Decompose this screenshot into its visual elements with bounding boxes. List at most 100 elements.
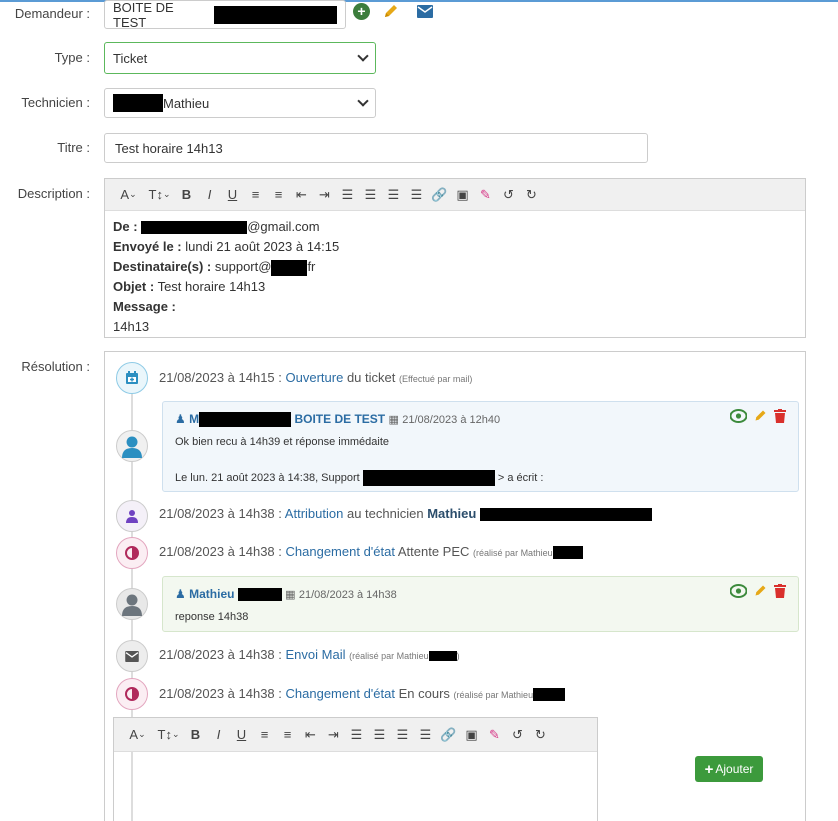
align-center-icon[interactable]: ☰	[359, 185, 382, 205]
comment-actions	[729, 408, 786, 426]
to-line: Destinataire(s) : support@ fr	[113, 257, 339, 277]
avatar	[116, 430, 148, 462]
event-type-link[interactable]: Changement d'état	[286, 544, 395, 559]
edit-icon[interactable]	[753, 408, 768, 426]
redacted-block	[552, 546, 583, 560]
subject-label: Objet :	[113, 279, 155, 294]
description-content: De : @gmail.com Envoyé le : lundi 21 aoû…	[113, 217, 339, 337]
quote-text-b: > a écrit :	[497, 471, 544, 484]
event-note: (Effectué par mail)	[399, 374, 473, 384]
link-icon[interactable]: 🔗	[428, 185, 451, 205]
title-label: Titre :	[57, 140, 90, 155]
message-label: Message :	[113, 299, 176, 314]
redacted-block	[141, 221, 248, 235]
align-justify-icon[interactable]: ☰	[414, 725, 437, 745]
redacted-block	[428, 650, 457, 661]
align-center-icon[interactable]: ☰	[368, 725, 391, 745]
to-value-b: fr	[307, 259, 316, 274]
reply-editor[interactable]: A ⌄ T↕ ⌄ B I U ≡ ≡ ⇤ ⇥ ☰ ☰ ☰ ☰ 🔗 ▣ ✎ ↺ ↻	[113, 717, 598, 821]
event-mail: 21/08/2023 à 14h38 : Envoi Mail (réalisé…	[159, 647, 460, 662]
event-note: (réalisé par Mathieu	[349, 651, 429, 661]
numbered-list-icon[interactable]: ≡	[267, 185, 290, 205]
comment-text: Ok bien recu à 14h39 et réponse immédait…	[175, 436, 390, 448]
bold-icon[interactable]: B	[184, 725, 207, 745]
view-icon[interactable]	[729, 583, 748, 601]
image-icon[interactable]: ▣	[451, 185, 474, 205]
delete-icon[interactable]	[774, 408, 786, 426]
from-line: De : @gmail.com	[113, 217, 339, 237]
highlighter-icon[interactable]: ✎	[483, 725, 506, 745]
comment-date: 21/08/2023 à 12h40	[402, 414, 501, 426]
requester-field[interactable]: BOITE DE TEST	[104, 0, 346, 30]
mail-requester-icon[interactable]	[417, 5, 433, 21]
image-icon[interactable]: ▣	[460, 725, 483, 745]
event-type-link[interactable]: Attribution	[285, 506, 344, 521]
comment-card: ♟ Mathieu ▦ 21/08/2023 à 14h38 reponse 1…	[162, 576, 799, 632]
event-text: du ticket	[346, 370, 396, 385]
align-right-icon[interactable]: ☰	[391, 725, 414, 745]
italic-icon[interactable]: I	[207, 725, 230, 745]
bold-icon[interactable]: B	[175, 185, 198, 205]
sent-line: Envoyé le : lundi 21 août 2023 à 14:15	[113, 237, 339, 257]
event-opening: 21/08/2023 à 14h15 : Ouverture du ticket…	[159, 370, 472, 385]
numbered-list-icon[interactable]: ≡	[276, 725, 299, 745]
undo-icon[interactable]: ↺	[506, 725, 529, 745]
font-size-icon[interactable]: T↕ ⌄	[144, 185, 175, 205]
event-type-link[interactable]: Changement d'état	[286, 686, 395, 701]
font-color-icon[interactable]: A ⌄	[122, 725, 153, 745]
underline-icon[interactable]: U	[221, 185, 244, 205]
technician-label: Technicien :	[21, 95, 90, 110]
event-date: 21/08/2023 à 14h38 :	[159, 506, 282, 521]
highlighter-icon[interactable]: ✎	[474, 185, 497, 205]
sent-value: lundi 21 août 2023 à 14:15	[185, 239, 340, 254]
indent-icon[interactable]: ⇥	[322, 725, 345, 745]
type-select[interactable]: Ticket	[104, 42, 376, 74]
user-icon: ♟	[175, 412, 186, 426]
redo-icon[interactable]: ↻	[520, 185, 543, 205]
font-size-icon[interactable]: T↕ ⌄	[153, 725, 184, 745]
requester-label: Demandeur :	[14, 6, 90, 21]
add-requester-icon[interactable]: +	[353, 3, 370, 20]
align-left-icon[interactable]: ☰	[336, 185, 359, 205]
outdent-icon[interactable]: ⇤	[290, 185, 313, 205]
align-right-icon[interactable]: ☰	[382, 185, 405, 205]
requester-value: BOITE DE TEST	[113, 0, 174, 30]
edit-icon[interactable]	[753, 583, 768, 601]
view-icon[interactable]	[729, 408, 748, 426]
delete-icon[interactable]	[774, 583, 786, 601]
redacted-block	[113, 94, 163, 112]
chevron-down-icon	[357, 95, 369, 107]
subject-value: Test horaire 14h13	[157, 279, 266, 294]
outdent-icon[interactable]: ⇤	[299, 725, 322, 745]
redacted-block	[237, 588, 282, 602]
chevron-down-icon	[357, 50, 369, 62]
edit-requester-icon[interactable]	[382, 2, 400, 23]
italic-icon[interactable]: I	[198, 185, 221, 205]
bullet-list-icon[interactable]: ≡	[253, 725, 276, 745]
from-value: @gmail.com	[247, 219, 320, 234]
state-change-icon	[116, 537, 148, 569]
indent-icon[interactable]: ⇥	[313, 185, 336, 205]
align-justify-icon[interactable]: ☰	[405, 185, 428, 205]
event-text: Attente PEC	[397, 544, 470, 559]
link-icon[interactable]: 🔗	[437, 725, 460, 745]
title-input[interactable]: Test horaire 14h13	[104, 133, 648, 163]
plus-icon: +	[704, 760, 714, 778]
undo-icon[interactable]: ↺	[497, 185, 520, 205]
bullet-list-icon[interactable]: ≡	[244, 185, 267, 205]
calendar-icon: ▦	[388, 414, 399, 426]
add-button[interactable]: + Ajouter	[695, 756, 763, 782]
redo-icon[interactable]: ↻	[529, 725, 552, 745]
underline-icon[interactable]: U	[230, 725, 253, 745]
event-type-link[interactable]: Envoi Mail	[286, 647, 346, 662]
comment-date: 21/08/2023 à 14h38	[298, 589, 397, 601]
technician-select[interactable]: Mathieu	[104, 88, 376, 118]
align-left-icon[interactable]: ☰	[345, 725, 368, 745]
event-note-end: )	[456, 651, 460, 661]
font-color-icon[interactable]: A ⌄	[113, 185, 144, 205]
event-type-link[interactable]: Ouverture	[286, 370, 344, 385]
to-value-a: support@	[214, 259, 272, 274]
subject-line: Objet : Test horaire 14h13	[113, 277, 339, 297]
comment-header: ♟ M BOITE DE TEST ▦ 21/08/2023 à 12h40	[175, 412, 501, 428]
description-editor[interactable]: A ⌄ T↕ ⌄ B I U ≡ ≡ ⇤ ⇥ ☰ ☰ ☰ ☰ 🔗 ▣ ✎ ↺ ↻ D…	[104, 178, 806, 338]
